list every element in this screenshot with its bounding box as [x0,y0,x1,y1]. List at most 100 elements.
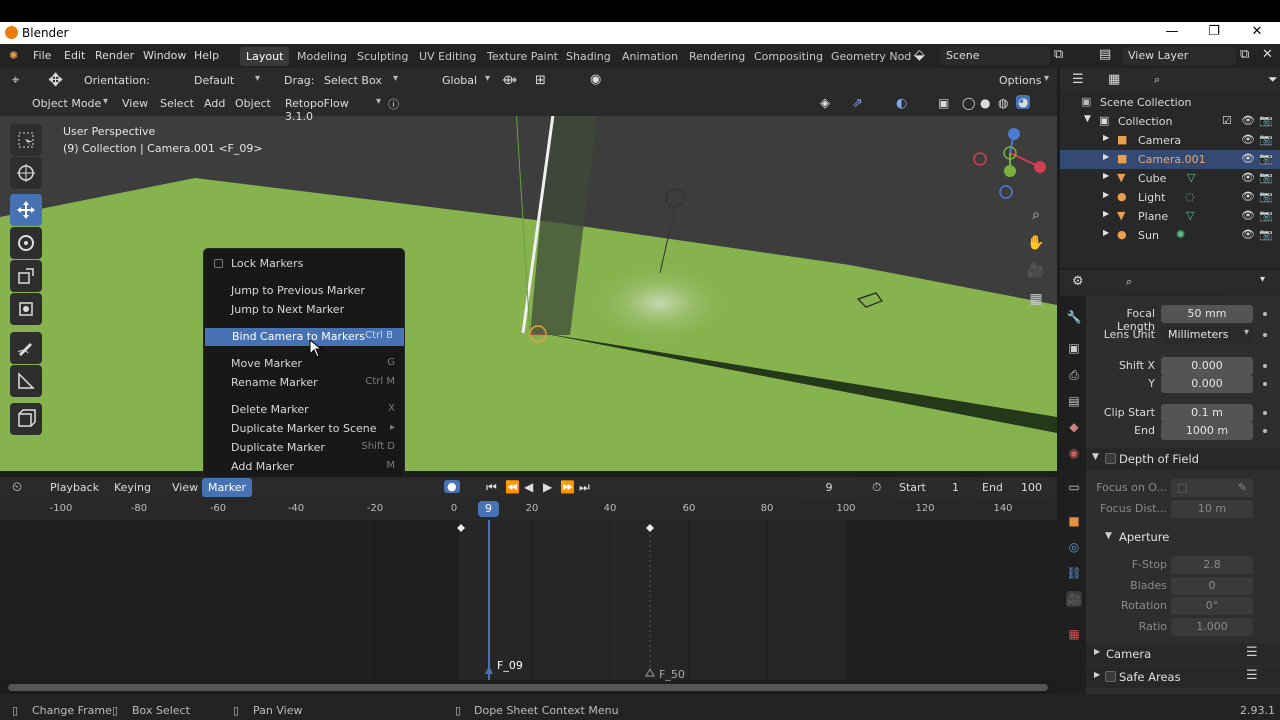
visibility-eye-icon[interactable]: 👁 [1241,114,1255,127]
marker-label[interactable]: F_50 [659,668,685,681]
pivot-icon[interactable]: ⟴ [502,73,517,88]
safe-areas-section-header[interactable]: ▶ Safe Areas ☰ [1086,666,1280,688]
material-shading-icon[interactable]: ◍ [998,96,1008,110]
remove-view-layer-icon[interactable]: ✕ [1262,47,1273,62]
collection-tab-icon[interactable]: ▭ [1066,479,1082,495]
menu-item-add-marker[interactable]: Add Marker M [204,458,406,476]
texture-tab-icon[interactable]: ▦ [1066,626,1082,642]
options-dropdown[interactable]: Options [993,72,1053,90]
clip-end-field[interactable]: 1000 m [1161,422,1253,440]
pan-hand-icon[interactable]: ✋ [1023,230,1049,256]
outliner-item[interactable]: ▶ ▼ Plane ▽ 👁 📷 [1060,207,1280,226]
render-camera-icon[interactable]: 📷 [1259,171,1273,184]
menu-item-jump-previous[interactable]: Jump to Previous Marker [204,282,406,300]
jump-start-icon[interactable]: ⏮ [486,480,497,495]
visibility-eye-icon[interactable]: 👁 [1241,133,1255,146]
3d-viewport[interactable]: Object Mode View Select Add Object Retop… [0,93,1057,471]
play-icon[interactable]: ▶ [543,480,552,494]
expand-arrow-icon[interactable]: ▶ [1103,209,1109,218]
play-reverse-icon[interactable]: ◀ [524,480,533,494]
new-view-layer-icon[interactable]: ⧉ [1240,47,1249,62]
tool-tab-icon[interactable]: 🔧 [1066,309,1082,325]
tab-rendering[interactable]: Rendering [683,47,751,66]
minimize-button[interactable]: — [1157,24,1187,39]
menu-item-duplicate-marker[interactable]: Duplicate Marker Shift D [204,439,406,457]
timeline-menu-view[interactable]: View [172,481,198,494]
filter-icon[interactable]: ⏷ [1268,72,1278,87]
tab-uv-editing[interactable]: UV Editing [413,47,482,66]
orientation-dropdown[interactable]: Default [172,72,264,90]
render-camera-icon[interactable]: 📷 [1259,190,1273,203]
drag-handle-icon[interactable]: ☰ [1246,645,1258,660]
tool-rotate[interactable] [10,227,42,259]
tab-compositing[interactable]: Compositing [748,47,829,66]
help-icon[interactable]: ⓘ [388,96,399,112]
keyframe-dot[interactable] [1263,364,1267,368]
visibility-eye-icon[interactable]: 👁 [1241,152,1255,165]
tab-layout[interactable]: Layout [240,47,290,66]
visibility-eye-icon[interactable]: 👁 [1241,190,1255,203]
tab-texture-paint[interactable]: Texture Paint [481,47,564,66]
chevron-down-icon[interactable]: ▾ [1260,274,1265,285]
physics-tab-icon[interactable]: ◎ [1066,539,1082,555]
timeline-menu-keying[interactable]: Keying [114,481,151,494]
wireframe-shading-icon[interactable]: ◯ [962,96,975,110]
menu-edit[interactable]: Edit [64,49,85,62]
visibility-icon[interactable]: ◈ [820,96,830,111]
constraints-tab-icon[interactable]: ⛓ [1066,565,1082,581]
auto-key-record-icon[interactable]: ● [444,480,460,493]
focus-object-field[interactable]: ⬚ ✎ [1171,479,1253,497]
blender-menu-icon[interactable]: ✺ [9,49,18,62]
scene-tab-icon[interactable]: ◆ [1066,419,1082,435]
menu-item-delete-marker[interactable]: Delete Marker X [204,401,406,419]
tab-sculpting[interactable]: Sculpting [351,47,414,66]
start-frame-field[interactable]: Start 1 [893,479,967,497]
menu-item-move-marker[interactable]: Move Marker G [204,355,406,373]
jump-end-icon[interactable]: ⏭ [579,480,590,495]
aperture-section-label[interactable]: Aperture [1119,530,1169,544]
display-mode-icon[interactable]: ▦ [1108,72,1120,87]
outliner-scene-collection[interactable]: ▣ Scene Collection [1060,93,1280,112]
camera-section-header[interactable]: ▶ Camera ☰ [1086,643,1280,665]
current-frame-field[interactable]: 9 [796,479,862,497]
jump-keyframe-forward-icon[interactable]: ⏩ [560,480,575,494]
retopoflow-dropdown[interactable]: RetopoFlow 3.1.0 [279,95,385,123]
tool-cursor[interactable] [10,157,42,189]
dof-checkbox[interactable] [1105,453,1116,464]
outliner-item[interactable]: ▶ ● Sun ✺ 👁 📷 [1060,226,1280,245]
expand-arrow-icon[interactable]: ▶ [1103,133,1109,142]
jump-keyframe-back-icon[interactable]: ⏪ [505,480,520,494]
viewport-menu-object[interactable]: Object [235,97,271,110]
shift-x-field[interactable]: 0.000 [1161,357,1253,375]
view-layer-tab-icon[interactable]: ▤ [1066,393,1082,409]
camera-view-icon[interactable]: 🎥 [1023,258,1049,284]
tab-modeling[interactable]: Modeling [291,47,353,66]
menu-item-rename-marker[interactable]: Rename Marker Ctrl M [204,374,406,392]
visibility-eye-icon[interactable]: 👁 [1241,209,1255,222]
solid-shading-icon[interactable]: ● [980,96,990,110]
outliner-item[interactable]: ▶ ● Light ◌ 👁 📷 [1060,188,1280,207]
maximize-button[interactable]: ❐ [1199,24,1229,39]
mode-dropdown[interactable]: Object Mode [8,95,112,113]
timeline-ruler[interactable]: -100 -80 -60 -40 -20 0 20 40 60 80 100 1… [0,498,1057,520]
menu-item-bind-camera[interactable]: Bind Camera to Markers Ctrl B [205,328,404,346]
keyframe-dot[interactable] [1263,333,1267,337]
object-tab-icon[interactable]: ■ [1066,513,1082,529]
expand-arrow-icon[interactable]: ▶ [1103,171,1109,180]
proportional-edit-icon[interactable]: ◉ [590,72,601,87]
transform-orientation-dropdown[interactable]: Global [420,72,494,90]
drag-handle-icon[interactable]: ☰ [1246,668,1258,683]
menu-window[interactable]: Window [143,49,186,62]
output-tab-icon[interactable]: ⎙ [1066,367,1082,383]
gizmo-toggle-icon[interactable]: ⇗ [852,96,863,111]
viewport-menu-add[interactable]: Add [204,97,225,110]
properties-editor-icon[interactable]: ⚙ [1072,274,1084,289]
clip-start-field[interactable]: 0.1 m [1161,404,1253,422]
safe-areas-checkbox[interactable] [1105,671,1116,682]
ratio-field[interactable]: 1.000 [1171,618,1253,636]
timeline-editor-type-icon[interactable]: ⏲ [12,480,22,495]
tab-animation[interactable]: Animation [616,47,684,66]
expand-arrow-icon[interactable]: ▶ [1103,190,1109,199]
viewport-menu-view[interactable]: View [122,97,148,110]
shift-y-field[interactable]: 0.000 [1161,375,1253,393]
